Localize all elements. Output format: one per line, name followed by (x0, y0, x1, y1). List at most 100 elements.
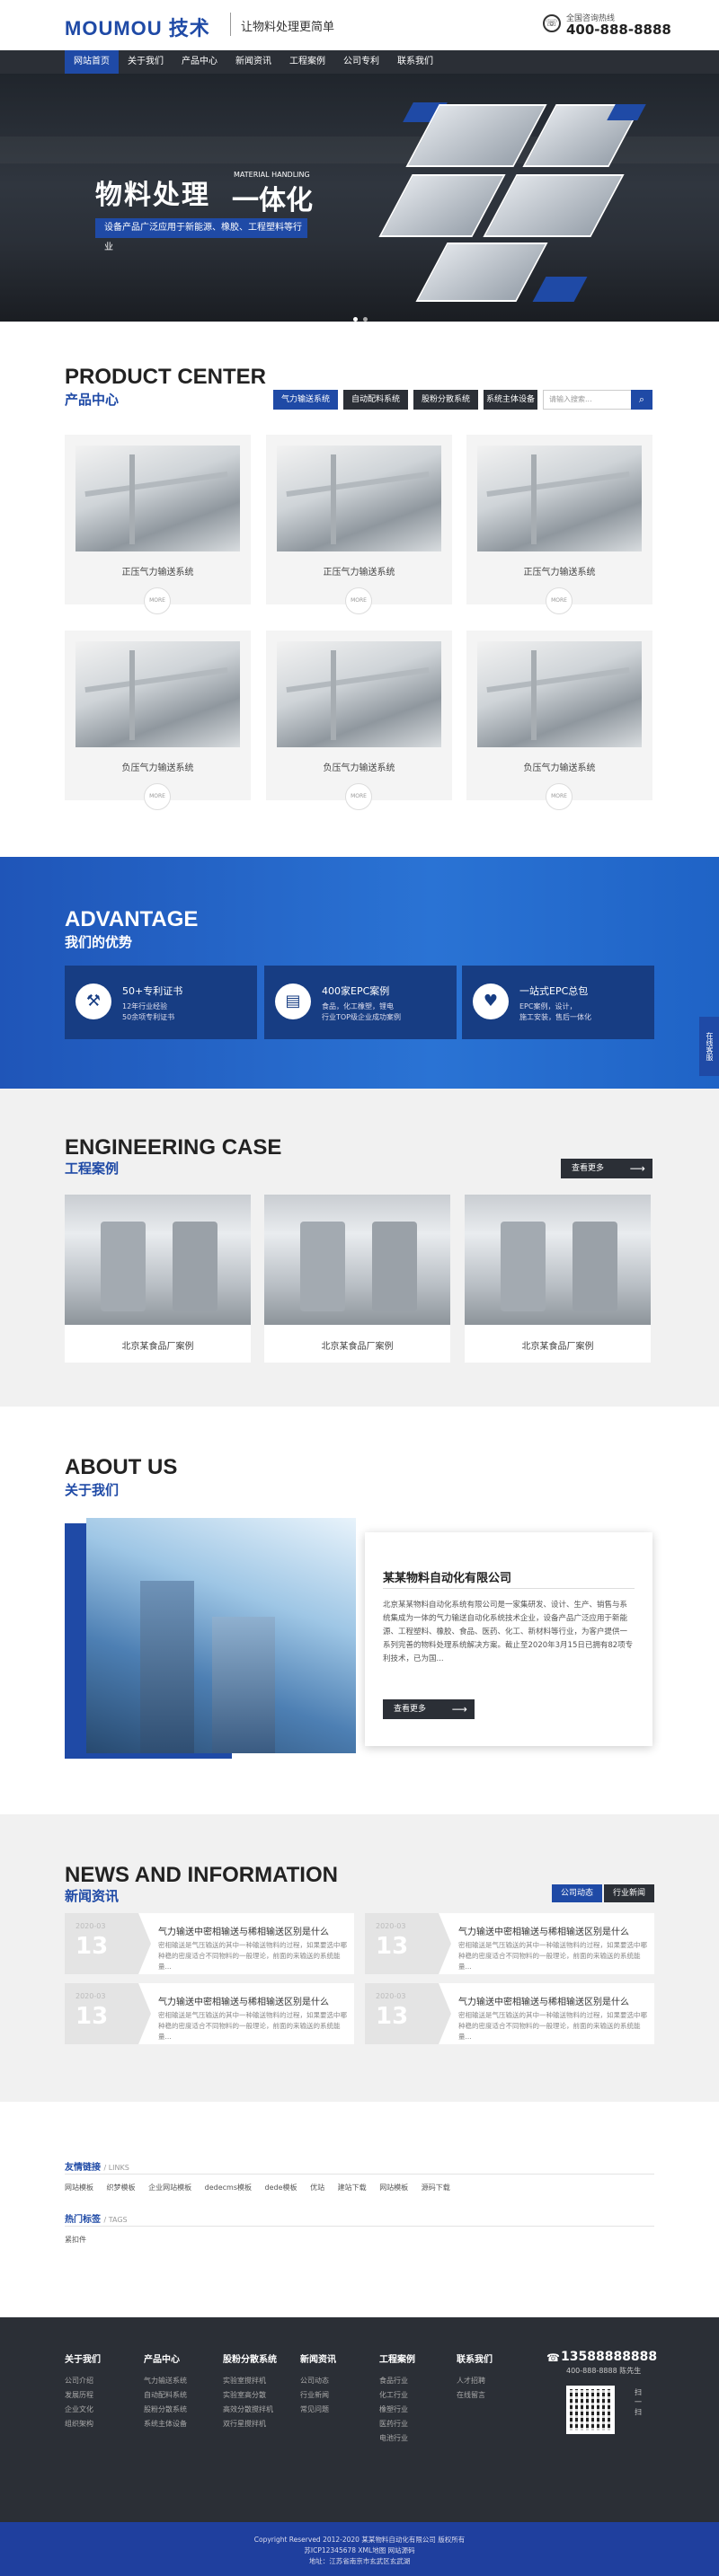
friend-link[interactable]: dedecms模板 (205, 2183, 252, 2192)
nav-patents[interactable]: 公司专利 (334, 50, 388, 74)
footer-link[interactable]: 公司动态 (300, 2376, 336, 2386)
footer-col-cases: 工程案例食品行业化工行业橡塑行业医药行业电池行业 (379, 2351, 415, 2448)
more-button[interactable]: MORE (345, 783, 372, 810)
advantage-item-title: 50+专利证书 (122, 985, 183, 997)
search-icon[interactable]: ⌕ (631, 390, 652, 410)
links-heading: 友情链接 / LINKS (65, 2159, 129, 2173)
hot-tag[interactable]: 紧扣件 (65, 2235, 86, 2245)
news-month: 2020-03 (75, 1992, 106, 2000)
product-card[interactable]: 负压气力输送系统 MORE (266, 631, 452, 810)
tab-company-news[interactable]: 公司动态 (552, 1884, 602, 1902)
nav-contact[interactable]: 联系我们 (388, 50, 442, 74)
tab-industry-news[interactable]: 行业新闻 (604, 1884, 654, 1902)
more-button[interactable]: MORE (144, 587, 171, 614)
case-card[interactable]: 北京某食品厂案例 (465, 1195, 651, 1363)
product-image (75, 446, 240, 551)
news-item[interactable]: 2020-03 13 气力输送中密相输送与稀相输送区别是什么 密相输送是气压输送的其中… (65, 1983, 354, 2044)
footer-link[interactable]: 发展历程 (65, 2390, 101, 2400)
nav-home[interactable]: 网站首页 (65, 50, 119, 74)
nav-products[interactable]: 产品中心 (173, 50, 226, 74)
case-card[interactable]: 北京某食品厂案例 (264, 1195, 450, 1363)
news-month: 2020-03 (376, 1992, 406, 2000)
footer-col-heading[interactable]: 联系我们 (457, 2351, 493, 2365)
footer-link[interactable]: 气力输送系统 (144, 2376, 187, 2386)
footer-link[interactable]: 行业新闻 (300, 2390, 336, 2400)
news-title[interactable]: 气力输送中密相输送与稀相输送区别是什么 (158, 1994, 329, 2007)
news-item[interactable]: 2020-03 13 气力输送中密相输送与稀相输送区别是什么 密相输送是气压输送的其中… (65, 1913, 354, 1974)
footer-link[interactable]: 化工行业 (379, 2390, 415, 2400)
footer-col-heading[interactable]: 产品中心 (144, 2351, 187, 2365)
tab-equipment[interactable]: 系统主体设备 (484, 390, 537, 410)
footer-link[interactable]: 股粉分散系统 (144, 2404, 187, 2414)
hero-banner[interactable]: 物料处理 MATERIAL HANDLING 一体化 设备产品广泛应用于新能源、… (0, 74, 719, 322)
phone-icon: ☏ (543, 14, 561, 32)
friend-link[interactable]: dede模板 (265, 2183, 297, 2192)
footer-link[interactable]: 组织架构 (65, 2419, 101, 2429)
footer-link[interactable]: 高效分散搅拌机 (223, 2404, 277, 2414)
footer-link[interactable]: 实验室高分散 (223, 2390, 277, 2400)
friend-link[interactable]: 织梦模板 (107, 2183, 136, 2192)
product-card[interactable]: 正压气力输送系统 MORE (466, 435, 652, 614)
nav-about[interactable]: 关于我们 (119, 50, 173, 74)
about-title-cn: 关于我们 (65, 1482, 120, 1498)
footer-link[interactable]: 在线留言 (457, 2390, 493, 2400)
news-title[interactable]: 气力输送中密相输送与稀相输送区别是什么 (458, 1924, 629, 1937)
more-button[interactable]: MORE (546, 587, 573, 614)
footer-link[interactable]: 公司介绍 (65, 2376, 101, 2386)
product-card[interactable]: 负压气力输送系统 MORE (65, 631, 251, 810)
news-item[interactable]: 2020-03 13 气力输送中密相输送与稀相输送区别是什么 密相输送是气压输送的其中… (365, 1913, 654, 1974)
nav-news[interactable]: 新闻资讯 (226, 50, 280, 74)
carousel-dots[interactable] (351, 313, 370, 322)
footer-link[interactable]: 人才招聘 (457, 2376, 493, 2386)
friend-link[interactable]: 源码下载 (422, 2183, 450, 2192)
product-name: 负压气力输送系统 (323, 763, 395, 773)
nav-cases[interactable]: 工程案例 (280, 50, 334, 74)
footer-link[interactable]: 电池行业 (379, 2433, 415, 2443)
logo[interactable]: MOUMOU 技术 (65, 13, 210, 41)
news-title[interactable]: 气力输送中密相输送与稀相输送区别是什么 (158, 1924, 329, 1937)
icp-line[interactable]: 苏ICP12345678 XML地图 网站源码 (0, 2545, 719, 2556)
more-button[interactable]: MORE (546, 783, 573, 810)
footer-link[interactable]: 实验室搅拌机 (223, 2376, 277, 2386)
news-item[interactable]: 2020-03 13 气力输送中密相输送与稀相输送区别是什么 密相输送是气压输送的其中… (365, 1983, 654, 2044)
friend-link[interactable]: 网站模板 (379, 2183, 408, 2192)
news-day: 13 (376, 2003, 409, 2030)
footer-link[interactable]: 食品行业 (379, 2376, 415, 2386)
footer-link[interactable]: 常见问题 (300, 2404, 336, 2414)
tab-batching[interactable]: 自动配料系统 (343, 390, 408, 410)
product-card[interactable]: 负压气力输送系统 MORE (466, 631, 652, 810)
footer-link[interactable]: 企业文化 (65, 2404, 101, 2414)
footer-link[interactable]: 橡塑行业 (379, 2404, 415, 2414)
case-name: 北京某食品厂案例 (121, 1342, 194, 1352)
footer-link[interactable]: 自动配料系统 (144, 2390, 187, 2400)
footer-col-heading[interactable]: 股粉分散系统 (223, 2351, 277, 2365)
news-month: 2020-03 (376, 1922, 406, 1930)
more-button[interactable]: MORE (144, 783, 171, 810)
about-more-button[interactable]: 查看更多 ⟶ (383, 1699, 475, 1719)
footer-col-heading[interactable]: 新闻资讯 (300, 2351, 336, 2365)
friend-link[interactable]: 网站模板 (65, 2183, 93, 2192)
more-button[interactable]: MORE (345, 587, 372, 614)
tab-dispersion[interactable]: 股粉分散系统 (413, 390, 478, 410)
news-day: 13 (75, 1933, 109, 1960)
product-card[interactable]: 正压气力输送系统 MORE (266, 435, 452, 614)
footer-link[interactable]: 双行星搅拌机 (223, 2419, 277, 2429)
friend-link[interactable]: 优站 (310, 2183, 324, 2192)
friend-link[interactable]: 企业网站模板 (148, 2183, 191, 2192)
tab-pneumatic[interactable]: 气力输送系统 (273, 390, 338, 410)
footer-link[interactable]: 医药行业 (379, 2419, 415, 2429)
qr-code (566, 2386, 615, 2434)
footer-col-heading[interactable]: 工程案例 (379, 2351, 415, 2365)
news-title[interactable]: 气力输送中密相输送与稀相输送区别是什么 (458, 1994, 629, 2007)
news-date-arrow (439, 1913, 451, 1974)
footer-link[interactable]: 系统主体设备 (144, 2419, 187, 2429)
friend-link[interactable]: 建站下载 (338, 2183, 367, 2192)
product-card[interactable]: 正压气力输送系统 MORE (65, 435, 251, 614)
case-card[interactable]: 北京某食品厂案例 (65, 1195, 251, 1363)
about-image (86, 1518, 356, 1753)
online-service-button[interactable]: 在线客服 (699, 1017, 719, 1076)
footer-col-heading[interactable]: 关于我们 (65, 2351, 101, 2365)
footer-col-news: 新闻资讯公司动态行业新闻常见问题 (300, 2351, 336, 2419)
case-name: 北京某食品厂案例 (321, 1342, 394, 1352)
case-more-button[interactable]: 查看更多 ⟶ (561, 1159, 652, 1178)
